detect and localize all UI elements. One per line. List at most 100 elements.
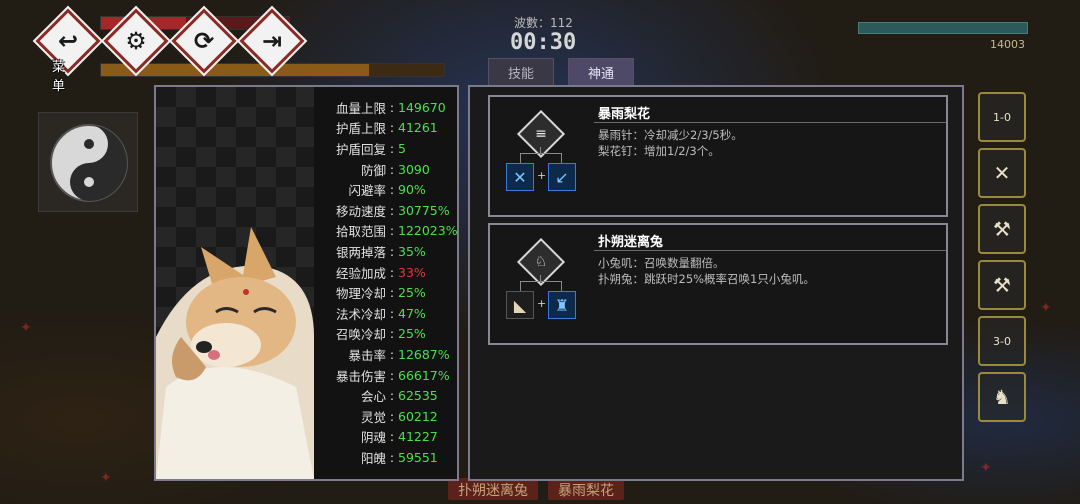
stat-label: 灵觉 — [360, 409, 386, 425]
plus-icon: + — [537, 297, 547, 310]
side-item-label: 1-0 — [993, 110, 1011, 124]
stat-label: 召唤冷却 — [335, 327, 386, 343]
stat-value: 90% — [398, 182, 426, 198]
shentong-panel: ≡ ✕ + ↙ 暴雨梨花 暴雨针：冷却减少2/3/5秒。 梨花钉：增加1/2/3… — [468, 85, 964, 481]
stat-separator: : — [389, 408, 395, 424]
stat-separator: : — [389, 223, 395, 239]
stat-row: 阴魂:41227 — [314, 427, 459, 448]
stat-label: 护盾回复 — [335, 141, 386, 157]
stat-label: 阳魄 — [360, 450, 386, 466]
stat-row: 护盾上限:41261 — [314, 118, 459, 139]
shentong-card[interactable]: ≡ ✕ + ↙ 暴雨梨花 暴雨针：冷却减少2/3/5秒。 梨花钉：增加1/2/3… — [488, 95, 948, 217]
stat-label: 移动速度 — [335, 203, 386, 219]
stat-separator: : — [389, 161, 395, 177]
stat-separator: : — [389, 449, 395, 465]
stat-value: 62535 — [398, 388, 438, 404]
stat-separator: : — [389, 202, 395, 218]
stat-row: 会心:62535 — [314, 385, 459, 406]
shentong-title: 扑朔迷离兔 — [598, 235, 664, 250]
stat-separator: : — [389, 140, 395, 156]
stat-row: 血量上限:149670 — [314, 97, 459, 118]
stat-row: 法术冷却:47% — [314, 303, 459, 324]
stat-label: 法术冷却 — [335, 306, 386, 322]
shentong-desc-line: 暴雨针：冷却减少2/3/5秒。 — [598, 128, 743, 142]
shentong-title: 暴雨梨花 — [598, 107, 651, 122]
stat-row: 移动速度:30775% — [314, 200, 459, 221]
shentong-desc-line: 小兔叽：召唤数量翻倍。 — [598, 256, 725, 270]
bottom-tag: 暴雨梨花 — [548, 478, 624, 500]
stat-label: 会心 — [360, 389, 386, 405]
stat-label: 血量上限 — [335, 100, 386, 116]
side-item-slot[interactable]: ⚒ — [978, 204, 1026, 254]
stat-label: 银两掉落 — [335, 244, 386, 260]
stat-separator: : — [389, 388, 395, 404]
side-item-slot[interactable]: ⚒ — [978, 260, 1026, 310]
character-panel: 血量上限:149670 护盾上限:41261 护盾回复:5 防御:3090 闪避率:90… — [154, 85, 459, 481]
nail-icon: ↙ — [548, 163, 576, 191]
gear-icon: ⚙ — [125, 27, 147, 55]
stat-row: 防御:3090 — [314, 159, 459, 180]
side-item-slot[interactable]: ✕ — [978, 148, 1026, 198]
stat-separator: : — [389, 99, 395, 115]
stat-value: 60212 — [398, 408, 438, 424]
side-item-slot[interactable]: 3-0 — [978, 316, 1026, 366]
gold-count: 14003 — [990, 38, 1025, 51]
stat-row: 暴击率:12687% — [314, 344, 459, 365]
stat-label: 拾取范围 — [335, 224, 386, 240]
enemy-sprite: ✦ — [20, 320, 32, 336]
enemy-sprite: ✦ — [980, 460, 992, 476]
stat-separator: : — [389, 326, 395, 342]
stat-value: 3090 — [398, 161, 430, 177]
stat-separator: : — [389, 429, 395, 445]
menu-label: 菜单 — [52, 60, 66, 94]
stat-value: 47% — [398, 305, 426, 321]
crossed-blades-icon: ✕ — [506, 163, 534, 191]
stat-separator: : — [389, 346, 395, 362]
timer: 00:30 — [510, 30, 577, 55]
fox-portrait — [156, 87, 314, 479]
rabbit-icon: ♘ — [516, 237, 566, 287]
rabbit-sprite-icon: ◣ — [506, 291, 534, 319]
stat-value: 35% — [398, 243, 426, 259]
shentong-card[interactable]: ♘ ◣ + ♜ 扑朔迷离兔 小兔叽：召唤数量翻倍。 扑朔兔：跳跃时25%概率召唤… — [488, 223, 948, 345]
stat-separator: : — [389, 305, 395, 321]
fox-illustration — [156, 227, 314, 479]
stat-label: 闪避率 — [348, 183, 386, 199]
stat-value: 12687% — [398, 346, 450, 362]
bottom-tag: 扑朔迷离兔 — [448, 478, 538, 500]
sword-icon: ✕ — [993, 161, 1011, 185]
shentong-desc-line: 扑朔兔：跳跃时25%概率召唤1只小兔叽。 — [598, 272, 815, 286]
yin-yang-slot[interactable] — [38, 112, 138, 212]
divider — [594, 250, 946, 251]
stat-row: 灵觉:60212 — [314, 406, 459, 427]
stat-row: 闪避率:90% — [314, 179, 459, 200]
stat-value: 33% — [398, 264, 426, 280]
stat-row: 拾取范围:122023% — [314, 221, 459, 242]
stat-label: 护盾上限 — [335, 121, 386, 137]
tab-skills[interactable]: 技能 — [488, 58, 554, 86]
rabbit-mage-icon: ♜ — [548, 291, 576, 319]
stat-row: 物理冷却:25% — [314, 282, 459, 303]
stat-label: 暴击伤害 — [335, 368, 386, 384]
side-item-slot[interactable]: ♞ — [978, 372, 1026, 422]
stat-value: 122023% — [398, 223, 458, 239]
axe-icon: ⚒ — [993, 217, 1011, 241]
stat-label: 暴击率 — [348, 347, 386, 363]
stat-label: 经验加成 — [335, 265, 386, 281]
stat-value: 30775% — [398, 202, 450, 218]
stat-value: 59551 — [398, 449, 438, 465]
stat-value: 25% — [398, 285, 426, 301]
shentong-desc: 暴雨针：冷却减少2/3/5秒。 梨花钉：增加1/2/3个。 — [598, 127, 743, 159]
shentong-desc-line: 梨花钉：增加1/2/3个。 — [598, 144, 720, 158]
stat-separator: : — [389, 367, 395, 383]
side-item-slot[interactable]: 1-0 — [978, 92, 1026, 142]
stat-label: 阴魂 — [360, 430, 386, 446]
divider — [594, 122, 946, 123]
tab-shentong[interactable]: 神通 — [568, 58, 634, 86]
stat-separator: : — [389, 285, 395, 301]
stat-row: 护盾回复:5 — [314, 138, 459, 159]
level-bar — [858, 22, 1028, 34]
stat-row: 阳魄:59551 — [314, 447, 459, 468]
stat-row: 暴击伤害:66617% — [314, 365, 459, 386]
stat-label: 物理冷却 — [335, 286, 386, 302]
